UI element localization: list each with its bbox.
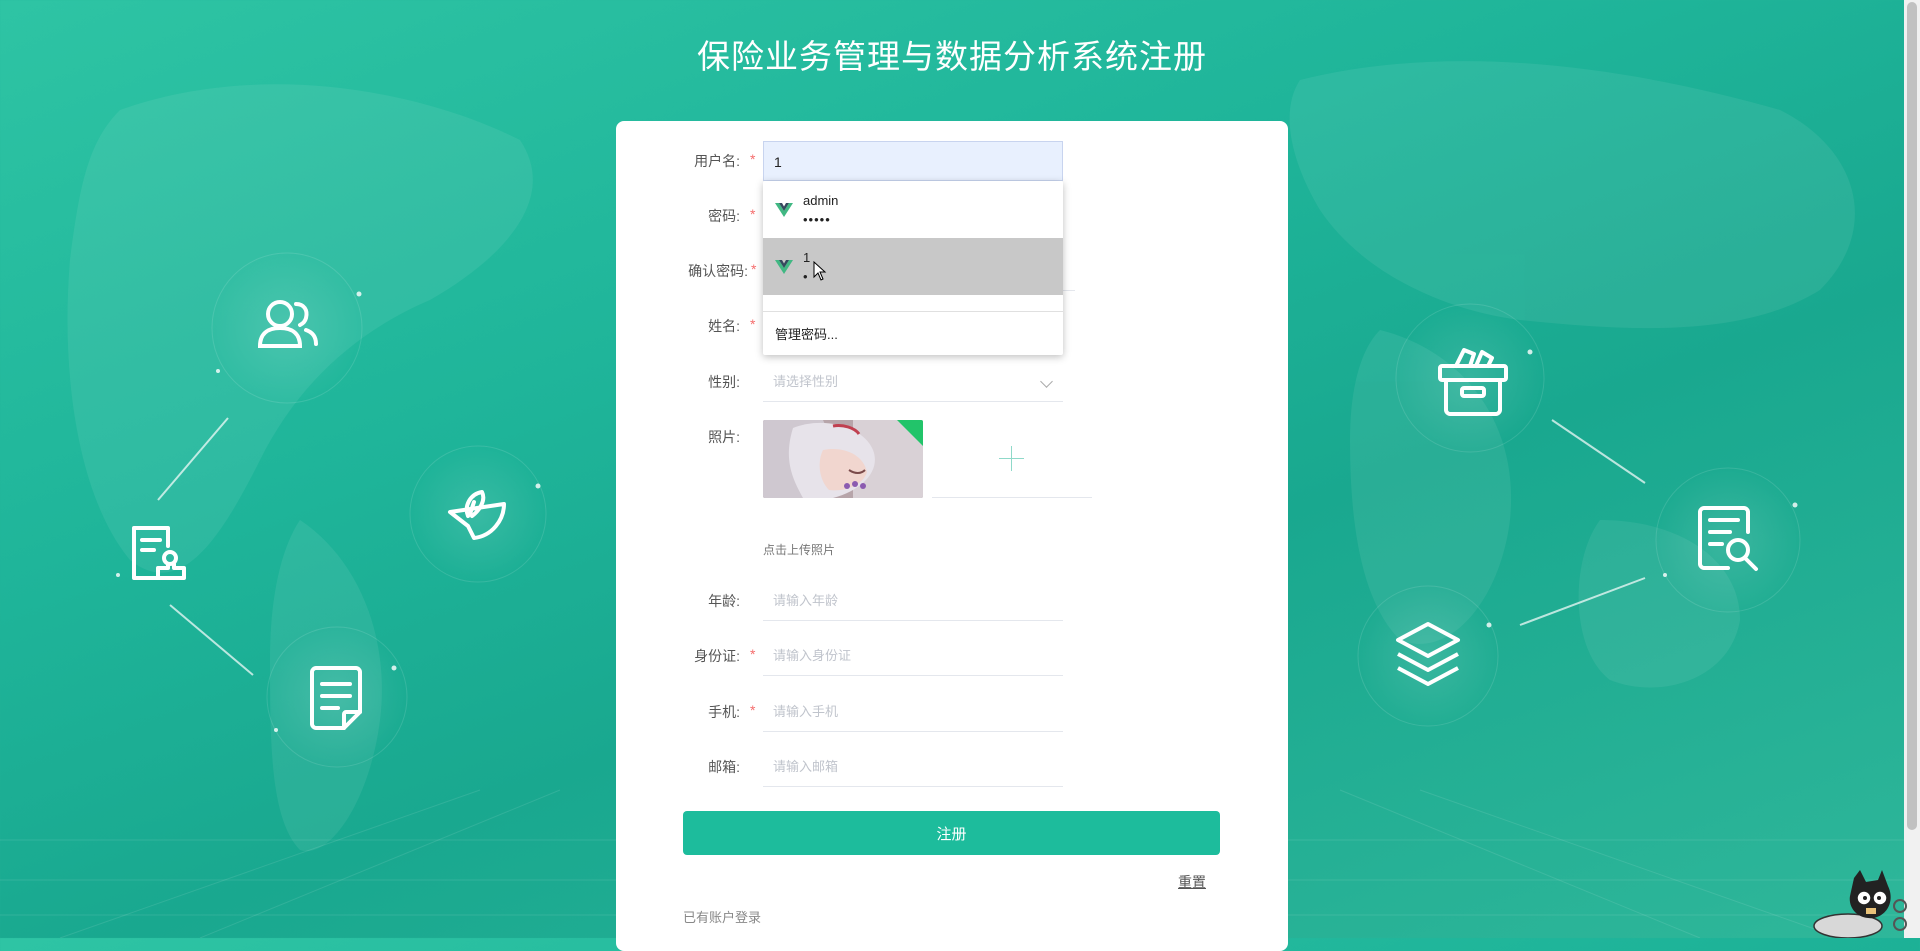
email-row: 邮箱: 请输入邮箱 bbox=[616, 747, 1288, 787]
photo-label: 照片: bbox=[708, 429, 740, 445]
login-link[interactable]: 已有账户登录 bbox=[683, 907, 761, 926]
autofill-dropdown: admin ••••• 1 • 管理密码... bbox=[763, 181, 1063, 355]
autofill-item[interactable]: admin ••••• bbox=[763, 181, 1063, 238]
mascot-widget[interactable] bbox=[1808, 868, 1908, 938]
page-scrollbar[interactable] bbox=[1904, 0, 1920, 938]
manage-passwords-link[interactable]: 管理密码... bbox=[775, 324, 838, 343]
phone-label: 手机: bbox=[708, 704, 740, 720]
confirm-password-label: 确认密码: bbox=[688, 263, 748, 279]
id-card-row: 身份证: * 请输入身份证 bbox=[616, 636, 1288, 676]
users-icon bbox=[257, 300, 318, 348]
document-icon bbox=[310, 666, 362, 730]
autofill-password: • bbox=[803, 269, 809, 284]
id-card-label: 身份证: bbox=[694, 648, 740, 664]
autofill-username: 1 bbox=[803, 250, 811, 265]
autofill-item[interactable]: 1 • bbox=[763, 238, 1063, 295]
reset-button[interactable]: 重置 bbox=[1178, 872, 1206, 892]
email-label: 邮箱: bbox=[708, 759, 740, 775]
name-required-mark: * bbox=[750, 316, 756, 332]
vue-logo-icon bbox=[775, 260, 793, 274]
password-required-mark: * bbox=[750, 206, 756, 222]
confirm-password-required-mark: * bbox=[751, 261, 757, 277]
phone-row: 手机: * 请输入手机 bbox=[616, 692, 1288, 732]
username-required-mark: * bbox=[750, 151, 756, 167]
autofill-separator bbox=[763, 311, 1063, 312]
register-button[interactable]: 注册 bbox=[683, 811, 1220, 855]
register-card: 用户名: * 1 密码: * 确认密码: * 姓名: * 性别: 请选择性别 照… bbox=[616, 121, 1288, 951]
password-label: 密码: bbox=[708, 208, 740, 224]
age-input[interactable]: 请输入年龄 bbox=[763, 581, 1063, 621]
id-card-required-mark: * bbox=[750, 646, 756, 662]
id-card-input[interactable]: 请输入身份证 bbox=[763, 636, 1063, 676]
scrollbar-thumb[interactable] bbox=[1907, 2, 1917, 830]
age-row: 年龄: 请输入年龄 bbox=[616, 581, 1288, 621]
gender-placeholder: 请选择性别 bbox=[773, 374, 839, 389]
name-label: 姓名: bbox=[708, 318, 740, 334]
autofill-username: admin bbox=[803, 193, 839, 208]
archive-box-icon bbox=[1438, 348, 1508, 416]
gender-label: 性别: bbox=[708, 374, 740, 390]
email-input[interactable]: 请输入邮箱 bbox=[763, 747, 1063, 787]
vue-logo-icon bbox=[775, 203, 793, 217]
uploaded-photo[interactable] bbox=[763, 420, 923, 498]
hand-leaf-icon bbox=[448, 490, 506, 540]
document-stamp-icon bbox=[132, 526, 186, 580]
phone-required-mark: * bbox=[750, 702, 756, 718]
page-title: 保险业务管理与数据分析系统注册 bbox=[697, 38, 1207, 75]
username-input[interactable]: 1 bbox=[763, 141, 1063, 181]
autofill-password: ••••• bbox=[803, 212, 831, 227]
photo-thumbnail-image bbox=[763, 420, 923, 498]
photo-upload-button[interactable] bbox=[932, 418, 1092, 498]
phone-input[interactable]: 请输入手机 bbox=[763, 692, 1063, 732]
upload-tip: 点击上传照片 bbox=[763, 543, 836, 557]
username-row: 用户名: * 1 bbox=[616, 141, 1288, 181]
chevron-down-icon bbox=[1040, 375, 1053, 388]
layers-icon bbox=[1396, 622, 1460, 686]
gender-select[interactable]: 请选择性别 bbox=[763, 362, 1063, 402]
username-label: 用户名: bbox=[694, 153, 740, 169]
mouse-cursor-icon bbox=[813, 261, 827, 281]
age-label: 年龄: bbox=[708, 593, 740, 609]
gender-row: 性别: 请选择性别 bbox=[616, 362, 1288, 402]
document-search-icon bbox=[1698, 506, 1758, 571]
